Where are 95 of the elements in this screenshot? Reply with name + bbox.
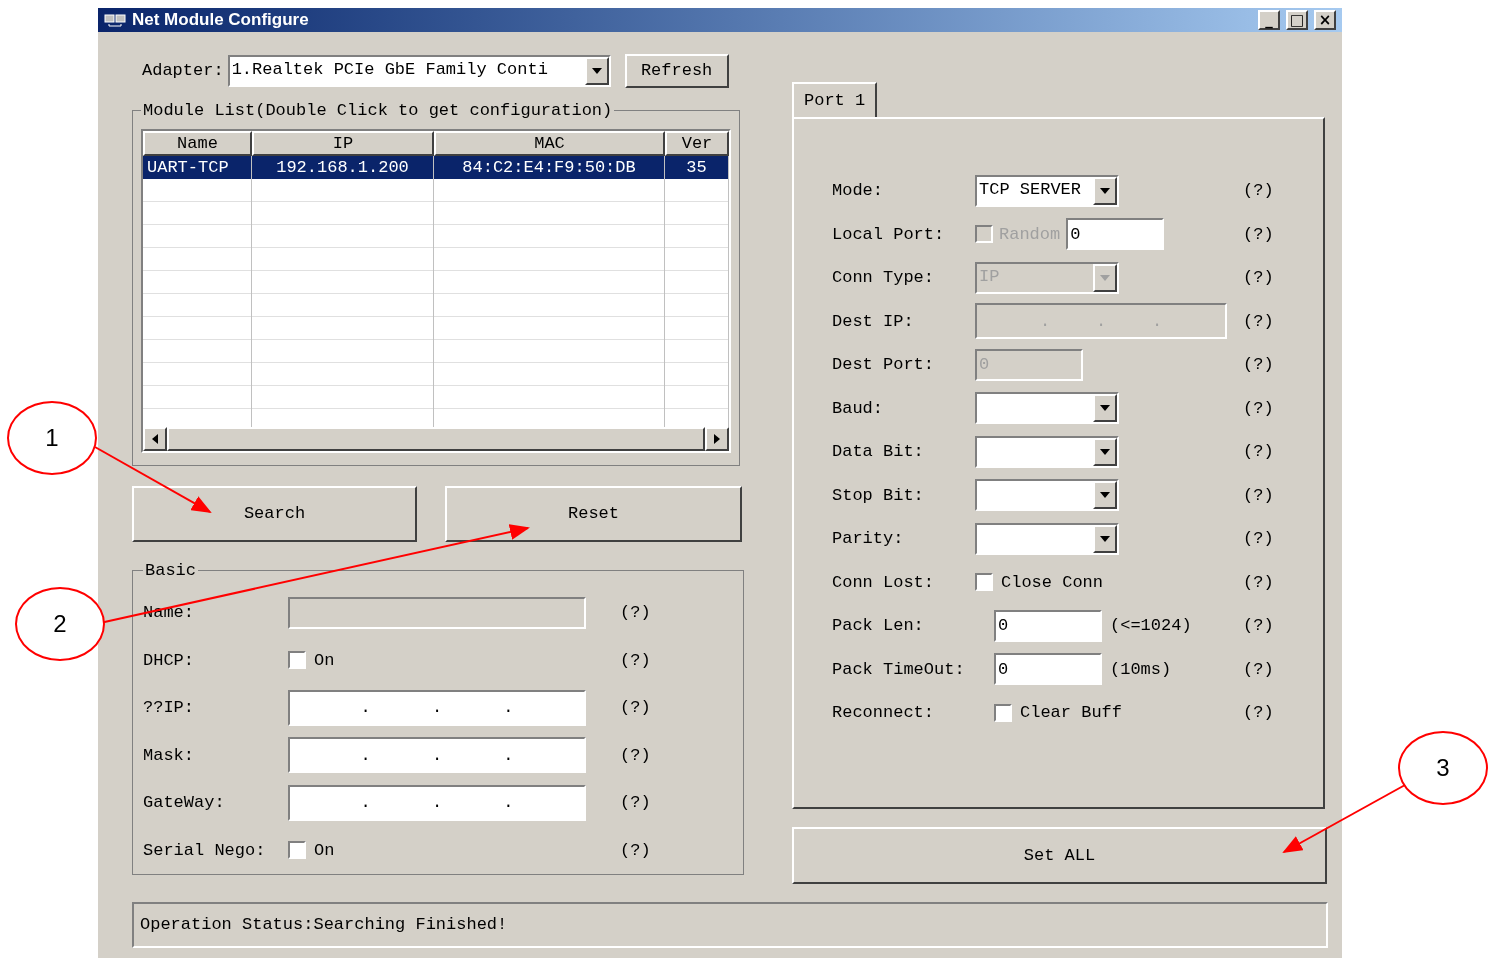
right-arrow-icon <box>714 434 720 444</box>
field-label: GateWay: <box>143 792 226 814</box>
help-link[interactable]: (?) <box>620 742 651 768</box>
port-tab[interactable]: Port 1 <box>792 82 878 117</box>
column-header[interactable]: Ver <box>665 131 729 156</box>
select-field[interactable] <box>975 522 1119 555</box>
help-link[interactable]: (?) <box>1243 178 1274 204</box>
search-button[interactable]: Search <box>132 486 417 542</box>
maximize-button[interactable]: □ <box>1286 10 1308 30</box>
column-header[interactable]: Name <box>143 131 252 156</box>
checkbox[interactable] <box>288 651 306 670</box>
status-bar: Operation Status:Searching Finished! <box>132 902 1328 948</box>
field-label: Mode: <box>832 180 884 202</box>
field-label: Pack Len: <box>832 615 925 637</box>
field-label: Local Port: <box>832 223 946 246</box>
table-cell: 35 <box>665 156 729 179</box>
ip-address-field[interactable]: . . . <box>288 737 586 774</box>
field-label: Dest IP: <box>832 310 915 333</box>
ip-address-field[interactable]: . . . <box>288 689 586 726</box>
help-link[interactable]: (?) <box>620 695 651 721</box>
caret-icon <box>1100 274 1110 281</box>
field-label: Parity: <box>832 528 905 550</box>
network-icon <box>104 12 126 28</box>
field-label: Pack TimeOut: <box>832 658 966 681</box>
field-label: Adapter: <box>142 60 224 83</box>
help-link[interactable]: (?) <box>1243 439 1274 465</box>
field-label: ??IP: <box>143 697 195 719</box>
help-link[interactable]: (?) <box>620 647 651 673</box>
checkbox[interactable] <box>994 703 1012 722</box>
input-field[interactable]: 0 <box>1066 218 1165 251</box>
help-link[interactable]: (?) <box>620 790 651 816</box>
window-title: Net Module Configure <box>132 9 310 32</box>
help-link[interactable]: (?) <box>1243 482 1274 508</box>
caret-icon <box>1100 535 1110 542</box>
input-field[interactable]: 0 <box>994 609 1102 642</box>
column-header[interactable]: MAC <box>434 131 665 156</box>
column-header[interactable]: IP <box>252 131 434 156</box>
caret-icon <box>1100 492 1110 499</box>
field-label: DHCP: <box>143 649 195 672</box>
help-link[interactable]: (?) <box>1243 613 1274 639</box>
checkbox-label: Clear Buff <box>1020 702 1123 724</box>
unit-label: (<=1024) <box>1110 615 1192 637</box>
help-link[interactable]: (?) <box>1243 700 1274 726</box>
help-link[interactable]: (?) <box>620 837 651 863</box>
left-arrow-icon <box>152 434 158 444</box>
table-row[interactable]: UART-TCP 192.168.1.200 84:C2:E4:F9:50:DB 35 <box>143 156 729 179</box>
input-field[interactable]: 0 <box>994 653 1102 686</box>
caret-icon <box>1100 187 1110 194</box>
dropdown-button[interactable] <box>584 57 609 85</box>
field-label: Dest Port: <box>832 354 936 376</box>
help-link[interactable]: (?) <box>1243 395 1274 421</box>
checkbox-label: On <box>314 649 335 672</box>
set-all-button[interactable]: Set ALL <box>792 827 1327 884</box>
callout-number: 2 <box>15 587 105 661</box>
table-cell: 192.168.1.200 <box>252 156 434 179</box>
help-link[interactable]: (?) <box>1243 526 1274 552</box>
caret-icon <box>1100 405 1110 412</box>
checkbox-label: On <box>314 839 335 862</box>
checkbox-label: Close Conn <box>1001 571 1104 594</box>
horizontal-scrollbar[interactable] <box>143 427 729 451</box>
dropdown-button[interactable] <box>1093 176 1117 205</box>
field-label: Conn Lost: <box>832 571 936 594</box>
refresh-button[interactable]: Refresh <box>624 54 729 88</box>
field-label: Serial Nego: <box>143 839 267 862</box>
checkbox[interactable] <box>975 573 993 592</box>
ip-address-field[interactable]: . . . <box>288 784 586 821</box>
minimize-button[interactable]: _ <box>1258 10 1280 30</box>
checkbox[interactable] <box>288 841 306 860</box>
callout-number: 3 <box>1398 731 1488 805</box>
table-cell: UART-TCP <box>143 156 252 179</box>
help-link[interactable]: (?) <box>1243 656 1274 682</box>
dropdown-button[interactable] <box>1093 437 1117 466</box>
caret-icon <box>591 68 602 74</box>
dropdown-button[interactable] <box>1093 394 1117 423</box>
field-label: Conn Type: <box>832 267 936 289</box>
table-cell: 84:C2:E4:F9:50:DB <box>434 156 665 179</box>
callout-number: 1 <box>7 401 97 475</box>
caret-icon <box>1100 448 1110 455</box>
select-field[interactable] <box>975 479 1119 512</box>
help-link[interactable]: (?) <box>1243 221 1274 247</box>
close-button[interactable]: × <box>1314 10 1336 30</box>
field-label: Stop Bit: <box>832 484 925 507</box>
help-link[interactable]: (?) <box>1243 569 1274 595</box>
select-field[interactable] <box>975 435 1119 468</box>
dropdown-button[interactable] <box>1093 481 1117 510</box>
reset-button[interactable]: Reset <box>445 486 742 542</box>
adapter-select[interactable]: 1.Realtek PCIe GbE Family Conti <box>227 55 611 87</box>
field-label: Data Bit: <box>832 441 925 463</box>
field-label: Baud: <box>832 397 884 420</box>
dropdown-button[interactable] <box>1093 524 1117 553</box>
unit-label: (10ms) <box>1110 658 1172 681</box>
field-label: Mask: <box>143 744 195 767</box>
field-label: Reconnect: <box>832 702 936 724</box>
select-field[interactable] <box>975 392 1119 425</box>
select-field[interactable]: TCP SERVER <box>975 174 1119 207</box>
